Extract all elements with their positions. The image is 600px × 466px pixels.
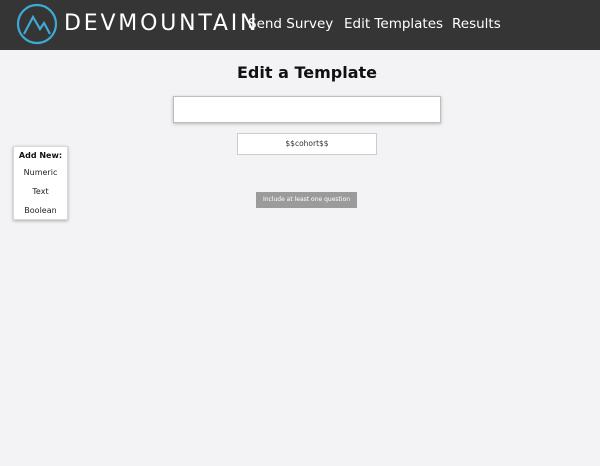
nav-send-survey[interactable]: Send Survey — [248, 15, 333, 33]
add-text-button[interactable]: Text — [14, 186, 67, 197]
brand-name[interactable]: DEVMOUNTAIN — [64, 11, 259, 37]
cohort-field[interactable]: $$cohort$$ — [237, 133, 377, 155]
mountain-circle-icon[interactable] — [16, 3, 58, 45]
template-title-input[interactable] — [173, 96, 441, 123]
add-boolean-button[interactable]: Boolean — [14, 205, 67, 216]
top-navigation-bar: DEVMOUNTAIN Send Survey Edit Templates R… — [0, 0, 600, 50]
nav-results[interactable]: Results — [452, 15, 501, 33]
add-new-heading: Add New: — [18, 151, 63, 160]
add-new-panel: Add New: Numeric Text Boolean — [13, 146, 68, 220]
cohort-placeholder-text: $$cohort$$ — [285, 139, 329, 148]
validation-warning-badge: Include at least one question — [256, 192, 357, 208]
nav-edit-templates[interactable]: Edit Templates — [344, 15, 443, 33]
add-numeric-button[interactable]: Numeric — [14, 167, 67, 178]
page-title: Edit a Template — [237, 63, 377, 82]
